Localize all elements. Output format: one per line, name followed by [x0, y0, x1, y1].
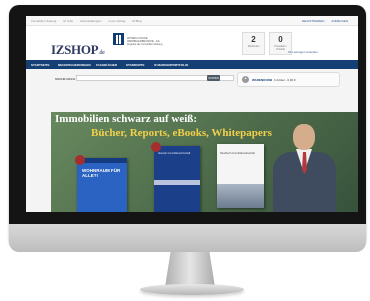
wishlist-counter[interactable]: 2 Merkzettel: [242, 32, 265, 55]
nav-item-neuerscheinungen[interactable]: NEUERSCHEINUNGEN: [58, 63, 91, 67]
shop-logo[interactable]: IZSHOP.de: [51, 42, 105, 58]
book-cover-band: [154, 180, 200, 185]
top-link-immobilien-zeitung[interactable]: Immobilien Zeitung: [31, 19, 56, 23]
logo-mark-icon: [113, 33, 124, 45]
top-link-veranstaltungen[interactable]: Veranstaltungen: [80, 19, 102, 23]
book-cover-wohnraum[interactable]: WOHNRAUM FÜR ALLE?!: [77, 158, 127, 212]
nav-item-startseite[interactable]: STARTSEITE: [31, 63, 49, 67]
screen: Immobilien Zeitung IZ Jobs Veranstaltung…: [26, 16, 358, 212]
monitor-chin: [9, 224, 366, 252]
logo-tagline: WISSEN FÜR DIE IMMOBILIENBRANCHE · Ein A…: [127, 37, 163, 46]
register-link[interactable]: REGISTRIEREN: [302, 19, 325, 23]
cart-icon: •: [242, 76, 249, 83]
top-link-iz-blog[interactable]: IZ Blog: [132, 19, 142, 23]
wishlist-count: 2: [251, 35, 256, 44]
account-links: REGISTRIEREN ANMELDEN: [296, 19, 348, 23]
cart-summary: 0 Artikel - 0,00 €: [274, 78, 296, 82]
nav-item-standorte[interactable]: STANDORTE: [126, 63, 144, 67]
book-title: Aktuelle Immobilienwirtschaft: [158, 152, 191, 155]
hero-banner[interactable]: Immobilien schwarz auf weiß: Bücher, Rep…: [51, 112, 358, 212]
logo-text: IZSHOP: [51, 42, 99, 57]
new-badge: [151, 142, 161, 152]
monitor-stand-base: [140, 284, 244, 295]
nav-item-iz-markenportfolio[interactable]: IZ MARKENPORTFOLIO: [154, 63, 188, 67]
new-badge: [75, 155, 85, 165]
book-cover-aktuelle-immobilienwirtschaft[interactable]: Aktuelle Immobilienwirtschaft: [154, 146, 200, 212]
monitor-stand-neck: [165, 252, 215, 286]
top-link-immo-verlag[interactable]: Immo Verlag: [108, 19, 125, 23]
top-bar: Immobilien Zeitung IZ Jobs Veranstaltung…: [26, 16, 358, 26]
top-bar-links: Immobilien Zeitung IZ Jobs Veranstaltung…: [31, 19, 148, 23]
top-link-iz-jobs[interactable]: IZ Jobs: [63, 19, 73, 23]
businessman-photo: [273, 124, 336, 212]
person-head: [293, 124, 315, 150]
search-button[interactable]: SUCHEN: [207, 75, 220, 81]
book-cover-handbuch[interactable]: Handbuch Immobilienwirtschaft: [217, 144, 264, 208]
nav-item-fachbuecher[interactable]: FACHBÜCHER: [96, 63, 117, 67]
book-title: Handbuch Immobilienwirtschaft: [220, 152, 255, 155]
wishlist-label: Merkzettel: [247, 45, 260, 48]
cart-box[interactable]: • WARENKORB 0 Artikel - 0,00 €: [237, 72, 340, 87]
cart-title: WARENKORB: [252, 78, 272, 82]
book-cover-image: [217, 184, 264, 208]
main-nav: STARTSEITE NEUERSCHEINUNGEN FACHBÜCHER S…: [26, 60, 358, 69]
search-label: SUCHE NACH: [55, 77, 76, 81]
logo-suffix: .de: [98, 50, 105, 56]
banner-subtitle: Bücher, Reports, eBooks, Whitepapers: [91, 127, 272, 139]
book-title: WOHNRAUM FÜR ALLE?!: [82, 168, 121, 178]
account-link[interactable]: Ihr Leitungen ansehen: [288, 50, 318, 54]
login-link[interactable]: ANMELDEN: [331, 19, 348, 23]
cart-text: WARENKORB 0 Artikel - 0,00 €: [252, 78, 296, 82]
header: IZSHOP.de WISSEN FÜR DIE IMMOBILIENBRANC…: [26, 26, 358, 60]
price-alert-count: 0: [278, 35, 283, 44]
banner-title: Immobilien schwarz auf weiß:: [55, 113, 198, 125]
